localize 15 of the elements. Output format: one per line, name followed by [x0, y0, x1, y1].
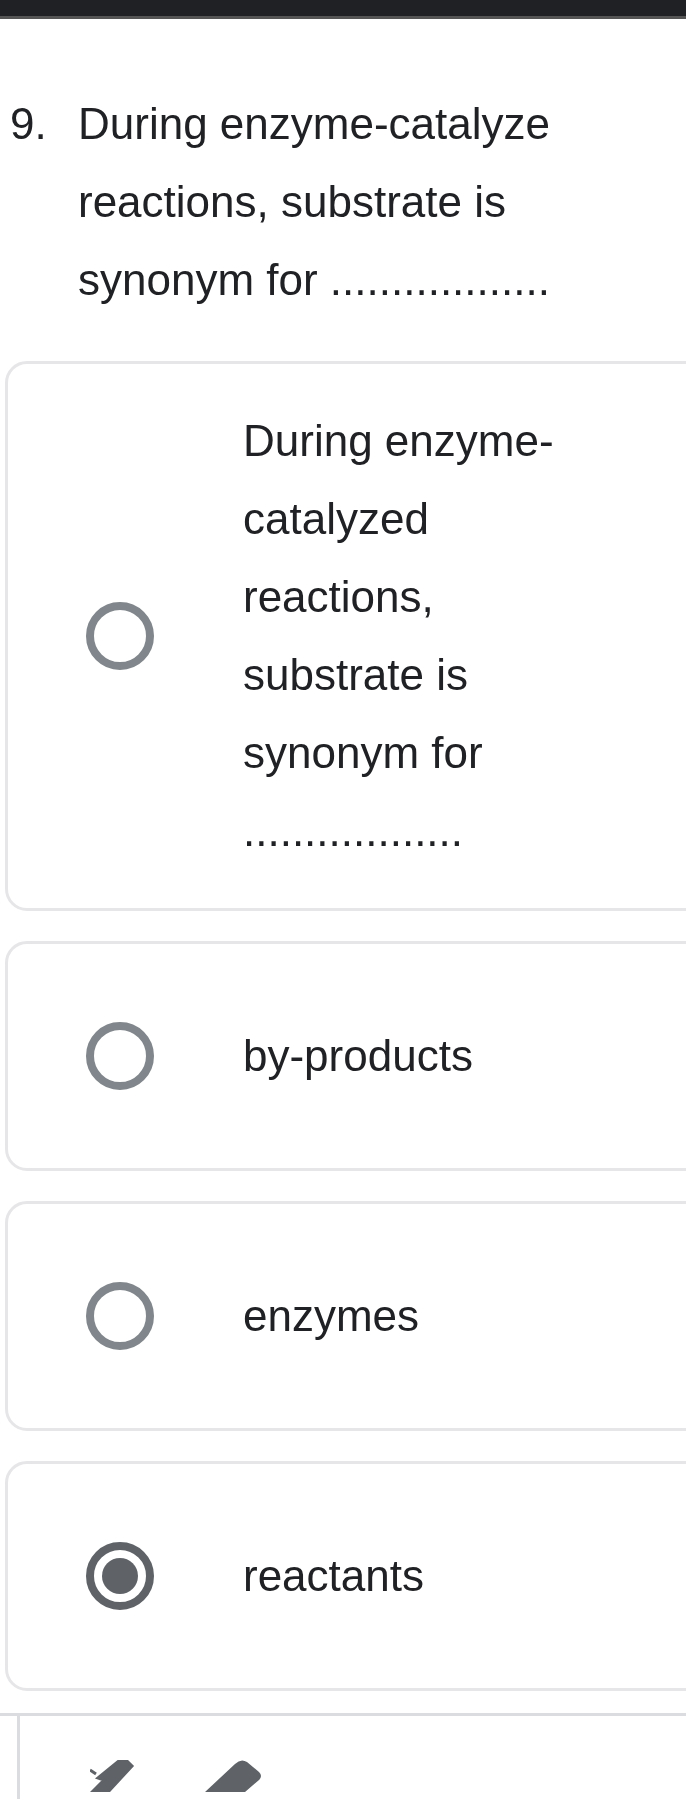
option-card[interactable]: reactants [5, 1461, 686, 1691]
option-text: enzymes [243, 1290, 420, 1342]
radio-button[interactable] [86, 1022, 154, 1090]
option-card[interactable]: by-products [5, 941, 686, 1171]
pen-icon[interactable] [90, 1760, 135, 1792]
option-text: by-products [243, 1030, 473, 1082]
question-number: 9. [10, 98, 48, 150]
option-card[interactable]: enzymes [5, 1201, 686, 1431]
option-text: reactants [243, 1550, 424, 1602]
radio-button[interactable] [86, 602, 154, 670]
question-text: During enzyme-catalyze reactions, substrate is synonym for .................. [78, 98, 550, 306]
radio-button[interactable] [86, 1542, 154, 1610]
option-text: During enzyme- catalyzed reactions, substrate is synonym for .................. [243, 415, 554, 857]
radio-button[interactable] [86, 1282, 154, 1350]
option-card[interactable]: During enzyme- catalyzed reactions, substrate is synonym for .................. [5, 361, 686, 911]
